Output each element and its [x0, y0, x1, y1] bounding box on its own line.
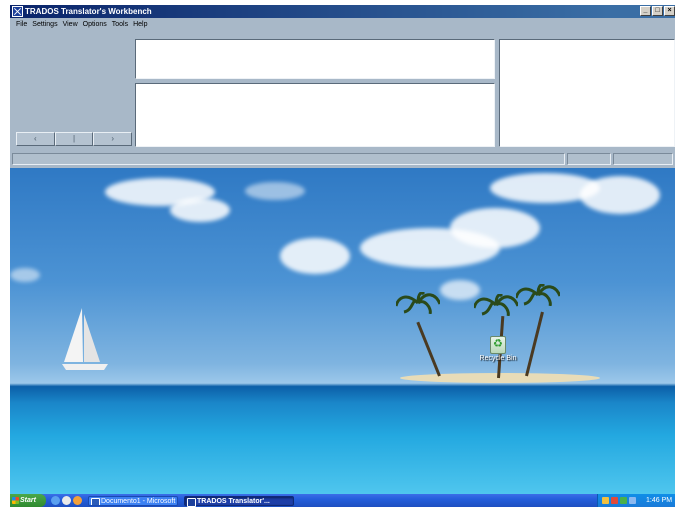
menu-bar: File Settings View Options Tools Help: [10, 18, 675, 30]
recycle-bin-label: Recycle Bin: [479, 355, 517, 362]
title-bar[interactable]: TRADOS Translator's Workbench _ □ ×: [10, 5, 675, 18]
quick-launch: [51, 496, 82, 505]
cloud: [245, 182, 305, 200]
internet-explorer-icon[interactable]: [51, 496, 60, 505]
cloud: [10, 268, 40, 282]
taskbar-item-word[interactable]: Documento1 - Microsoft ...: [88, 495, 178, 506]
status-bar: [12, 153, 675, 165]
cloud: [280, 238, 350, 274]
tray-icon[interactable]: [611, 497, 618, 504]
tray-icon[interactable]: [629, 497, 636, 504]
menu-tools[interactable]: Tools: [112, 21, 128, 28]
target-segment-pane[interactable]: [135, 83, 495, 147]
screen: Recycle Bin TRADOS Translator's Workbenc…: [10, 5, 675, 507]
palm-leaves: [394, 291, 442, 315]
start-button[interactable]: Start: [10, 494, 46, 507]
cloud: [450, 208, 540, 248]
trados-window: TRADOS Translator's Workbench _ □ × File…: [10, 5, 675, 168]
cloud: [580, 176, 660, 214]
palm-trunk: [416, 321, 441, 377]
window-title: TRADOS Translator's Workbench: [25, 7, 152, 16]
recycle-bin-icon: [490, 336, 506, 354]
menu-help[interactable]: Help: [133, 21, 147, 28]
menu-file[interactable]: File: [16, 21, 27, 28]
status-segment: [567, 153, 611, 165]
system-tray: 1:46 PM: [597, 494, 675, 507]
show-desktop-icon[interactable]: [62, 496, 71, 505]
menu-settings[interactable]: Settings: [32, 21, 57, 28]
palm-leaves: [514, 283, 562, 307]
minimize-button[interactable]: _: [640, 6, 651, 16]
taskbar: Start Documento1 - Microsoft ... TRADOS …: [10, 494, 675, 507]
status-segment-main: [12, 153, 565, 165]
status-segment: [613, 153, 673, 165]
source-segment-pane[interactable]: [135, 39, 495, 79]
close-button[interactable]: ×: [664, 6, 675, 16]
recycle-bin[interactable]: Recycle Bin: [476, 336, 520, 362]
sailboat: [62, 308, 110, 374]
palm-trunk: [525, 311, 544, 377]
clock[interactable]: 1:46 PM: [646, 497, 672, 504]
trados-app-icon[interactable]: [12, 6, 23, 17]
palm-leaves: [472, 293, 520, 317]
term-recognition-pane[interactable]: [499, 39, 675, 147]
tray-icon[interactable]: [602, 497, 609, 504]
menu-options[interactable]: Options: [83, 21, 107, 28]
previous-match-button[interactable]: ‹: [16, 132, 55, 146]
next-match-button[interactable]: ›: [93, 132, 133, 146]
tray-icon[interactable]: [620, 497, 627, 504]
cloud: [170, 198, 230, 222]
taskbar-item-trados[interactable]: TRADOS Translator'...: [184, 495, 294, 507]
maximize-button[interactable]: □: [652, 6, 663, 16]
match-navigation: ‹ | ›: [16, 132, 133, 146]
current-match-button[interactable]: |: [54, 132, 94, 146]
menu-view[interactable]: View: [63, 21, 78, 28]
media-player-icon[interactable]: [73, 496, 82, 505]
desktop[interactable]: Recycle Bin: [10, 168, 675, 494]
